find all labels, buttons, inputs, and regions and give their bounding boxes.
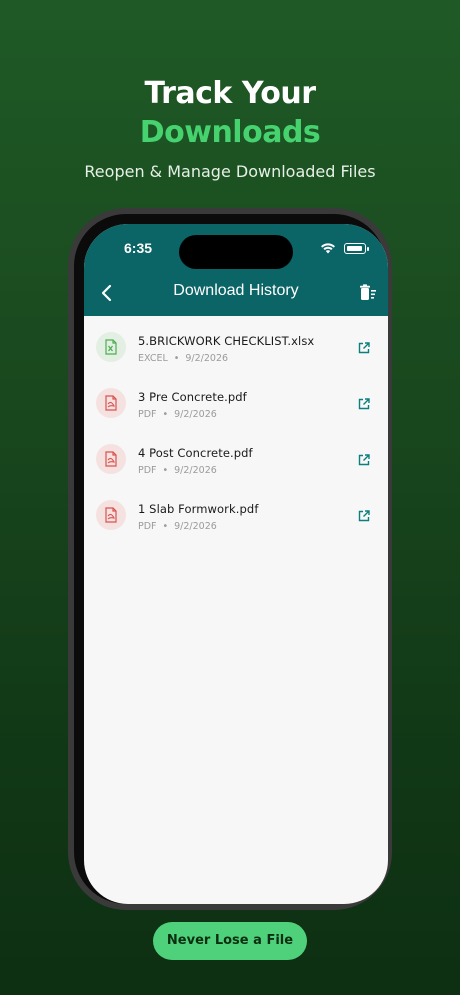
file-meta: PDF • 9/2/2026 xyxy=(138,465,217,476)
hero-title: Track Your xyxy=(144,76,316,111)
file-name: 5.BRICKWORK CHECKLIST.xlsx xyxy=(138,334,315,348)
file-item[interactable]: 3 Pre Concrete.pdf PDF • 9/2/2026 xyxy=(84,378,388,434)
file-type: EXCEL xyxy=(138,353,168,364)
file-date: 9/2/2026 xyxy=(174,409,217,420)
file-name: 1 Slab Formwork.pdf xyxy=(138,502,259,516)
hero-highlight: Downloads xyxy=(139,115,321,150)
file-item[interactable]: 5.BRICKWORK CHECKLIST.xlsx EXCEL • 9/2/202… xyxy=(84,322,388,378)
meta-separator: • xyxy=(173,353,180,364)
dynamic-island xyxy=(179,235,293,269)
file-item[interactable]: 4 Post Concrete.pdf PDF • 9/2/2026 xyxy=(84,434,388,490)
file-list: 5.BRICKWORK CHECKLIST.xlsx EXCEL • 9/2/202… xyxy=(84,316,388,540)
pdf-file-icon xyxy=(96,444,126,474)
phone-screen: 6:35 Download History 5.BRICKWORK CHECKL… xyxy=(84,224,388,904)
file-type: PDF xyxy=(138,521,157,532)
file-name: 3 Pre Concrete.pdf xyxy=(138,390,247,404)
meta-separator: • xyxy=(162,409,169,420)
app-title: Download History xyxy=(173,282,299,299)
file-item[interactable]: 1 Slab Formwork.pdf PDF • 9/2/2026 xyxy=(84,490,388,546)
file-type: PDF xyxy=(138,465,157,476)
phone-bezel: 6:35 Download History 5.BRICKWORK CHECKL… xyxy=(74,214,388,904)
phone-frame: 6:35 Download History 5.BRICKWORK CHECKL… xyxy=(68,208,392,910)
battery-icon xyxy=(344,243,369,254)
file-type: PDF xyxy=(138,409,157,420)
file-date: 9/2/2026 xyxy=(174,521,217,532)
file-name: 4 Post Concrete.pdf xyxy=(138,446,253,460)
file-date: 9/2/2026 xyxy=(174,465,217,476)
excel-file-icon xyxy=(96,332,126,362)
clear-history-button[interactable] xyxy=(357,282,379,304)
open-external-button[interactable] xyxy=(357,397,371,411)
meta-separator: • xyxy=(162,521,169,532)
open-external-button[interactable] xyxy=(357,341,371,355)
meta-separator: • xyxy=(162,465,169,476)
open-external-button[interactable] xyxy=(357,453,371,467)
file-meta: PDF • 9/2/2026 xyxy=(138,409,217,420)
wifi-icon xyxy=(321,243,335,254)
file-date: 9/2/2026 xyxy=(185,353,229,364)
pdf-file-icon xyxy=(96,500,126,530)
open-external-button[interactable] xyxy=(357,509,371,523)
pdf-file-icon xyxy=(96,388,126,418)
file-meta: PDF • 9/2/2026 xyxy=(138,521,217,532)
never-lose-file-button[interactable]: Never Lose a File xyxy=(153,922,307,960)
file-meta: EXCEL • 9/2/2026 xyxy=(138,353,228,364)
app-header: 6:35 Download History xyxy=(84,224,388,316)
hero-subtitle: Reopen & Manage Downloaded Files xyxy=(84,162,376,181)
status-time: 6:35 xyxy=(124,240,153,256)
